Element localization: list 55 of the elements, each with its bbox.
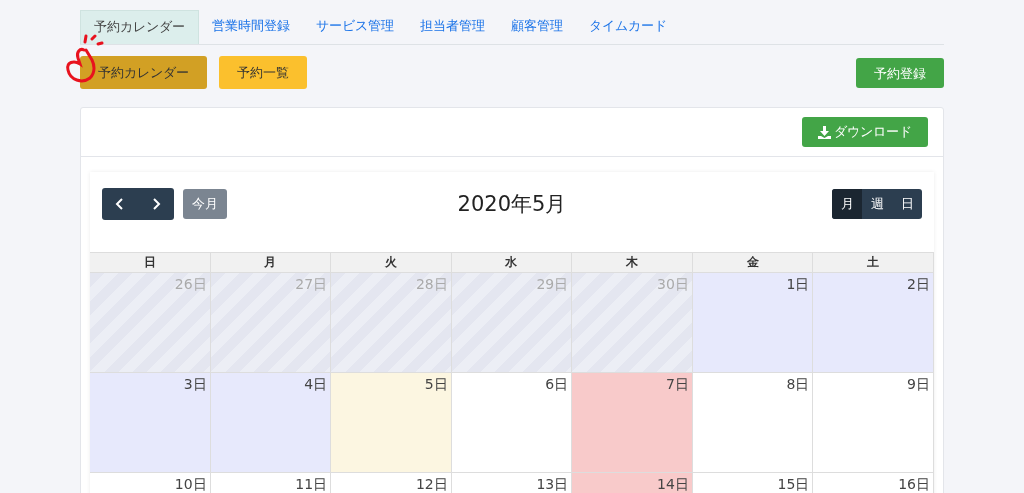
nav-tab[interactable]: 営業時間登録: [199, 10, 303, 44]
weekday-header: 日: [90, 253, 211, 273]
day-cell[interactable]: 7日: [572, 373, 693, 473]
chevron-right-icon: [151, 197, 161, 211]
day-number: 13日: [536, 476, 569, 492]
day-cell[interactable]: 9日: [813, 373, 934, 473]
day-number: 30日: [657, 276, 689, 292]
sub-nav-button[interactable]: 予約一覧: [219, 56, 307, 89]
sub-nav-button[interactable]: 予約カレンダー: [80, 56, 207, 89]
nav-tab[interactable]: タイムカード: [576, 10, 680, 44]
day-number: 5日: [424, 376, 448, 392]
day-number: 15日: [777, 476, 810, 492]
nav-tab[interactable]: 担当者管理: [407, 10, 498, 44]
day-cell[interactable]: 10日: [90, 473, 211, 493]
day-number: 14日: [657, 476, 689, 492]
day-number: 9日: [907, 376, 930, 392]
weekday-header: 金: [692, 253, 814, 273]
day-cell[interactable]: 5日: [331, 373, 452, 473]
day-number: 29日: [536, 276, 569, 292]
day-cell[interactable]: 6日: [451, 373, 573, 473]
day-number: 1日: [786, 276, 810, 292]
nav-tab[interactable]: サービス管理: [303, 10, 407, 44]
day-number: 26日: [174, 276, 207, 292]
nav-tab[interactable]: 顧客管理: [498, 10, 576, 44]
day-cell[interactable]: 14日: [572, 473, 693, 493]
day-number: 12日: [415, 476, 448, 492]
day-cell[interactable]: 4日: [210, 373, 332, 473]
day-cell[interactable]: 8日: [692, 373, 814, 473]
day-number: 4日: [304, 376, 328, 392]
download-icon: [818, 125, 831, 139]
chevron-left-icon: [115, 197, 125, 211]
calendar-title: 2020年5月: [457, 191, 567, 218]
view-toggle[interactable]: 日: [892, 189, 922, 219]
day-number: 2日: [907, 276, 930, 292]
day-number: 7日: [665, 376, 689, 392]
day-cell[interactable]: 2日: [813, 273, 934, 373]
weekday-header: 木: [572, 253, 693, 273]
weekday-header: 土: [813, 253, 934, 273]
weekday-header: 水: [451, 253, 573, 273]
weekday-header: 火: [331, 253, 452, 273]
day-number: 16日: [898, 476, 930, 492]
current-month-button[interactable]: 今月: [183, 189, 227, 219]
day-number: 6日: [545, 376, 569, 392]
weekday-header: 月: [210, 253, 332, 273]
view-toggle[interactable]: 週: [862, 189, 892, 219]
day-cell[interactable]: 3日: [90, 373, 211, 473]
day-number: 11日: [295, 476, 328, 492]
nav-tab[interactable]: 予約カレンダー: [80, 10, 199, 44]
view-toggle[interactable]: 月: [832, 189, 862, 219]
day-number: 10日: [174, 476, 207, 492]
day-number: 8日: [786, 376, 810, 392]
day-number: 3日: [183, 376, 207, 392]
day-cell[interactable]: 1日: [692, 273, 814, 373]
day-number: 27日: [295, 276, 328, 292]
day-number: 28日: [415, 276, 448, 292]
